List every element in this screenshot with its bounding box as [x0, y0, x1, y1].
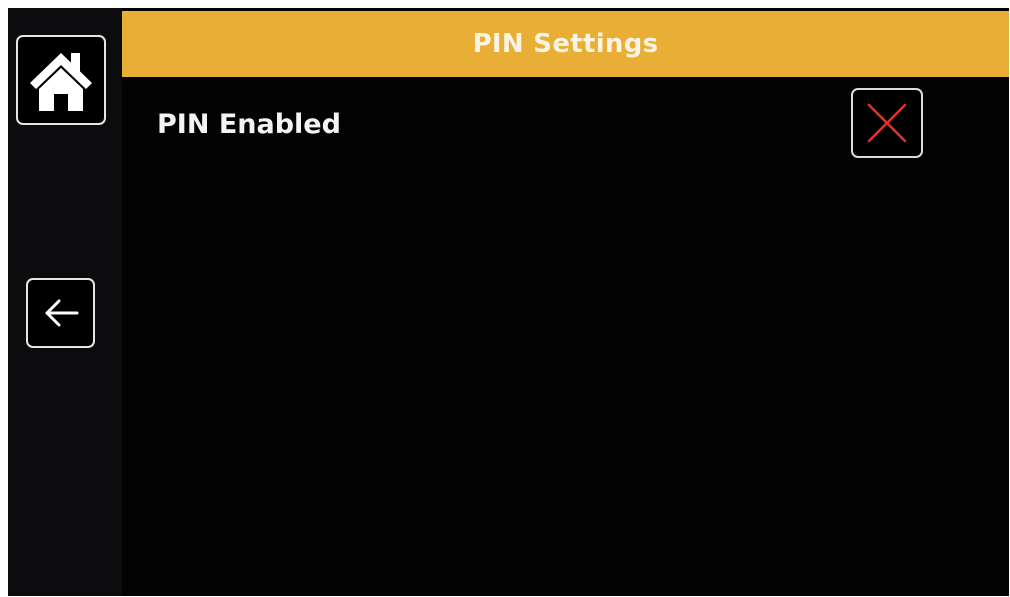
setting-label: PIN Enabled — [157, 109, 341, 140]
page-title: PIN Settings — [472, 29, 659, 59]
header-bar: PIN Settings — [122, 11, 1009, 77]
device-screen: PIN Settings PIN Enabled — [8, 8, 1009, 596]
sidebar — [8, 8, 122, 596]
arrow-left-icon — [45, 299, 78, 327]
pin-enabled-checkbox[interactable] — [851, 88, 923, 158]
back-button[interactable] — [26, 278, 95, 348]
setting-row-pin-enabled: PIN Enabled — [122, 77, 1009, 177]
home-icon — [30, 53, 92, 111]
home-button[interactable] — [16, 35, 106, 125]
x-mark-icon — [867, 103, 907, 143]
